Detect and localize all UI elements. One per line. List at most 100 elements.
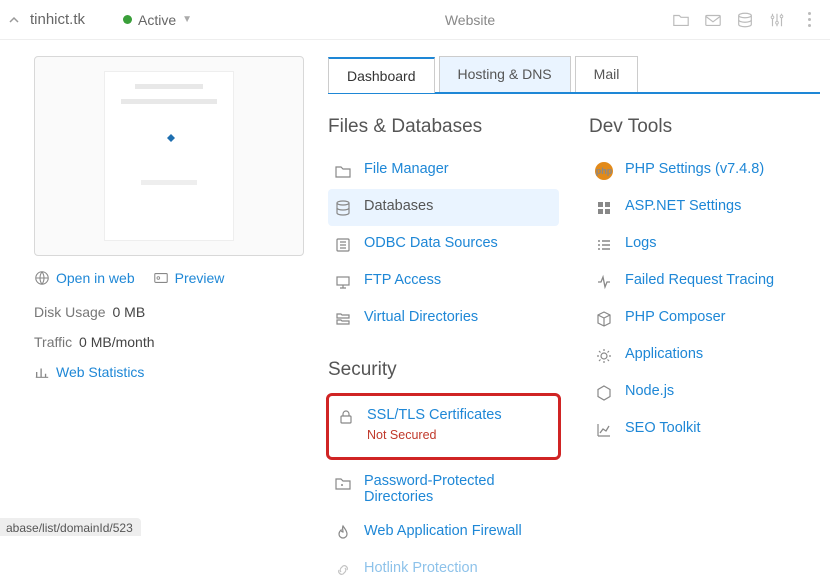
right-column: Dashboard Hosting & DNS Mail Files & Dat… [328,56,820,588]
item-nodejs[interactable]: Node.js [589,374,820,411]
ssl-status: Not Secured [367,428,502,442]
item-applications[interactable]: Applications [589,337,820,374]
chevron-up-icon[interactable] [8,14,22,26]
gear-icon [595,347,613,365]
item-logs[interactable]: Logs [589,226,820,263]
hotlink-label: Hotlink Protection [364,560,478,576]
odbc-label: ODBC Data Sources [364,235,498,251]
item-odbc[interactable]: ODBC Data Sources [328,226,559,263]
globe-icon [34,270,50,286]
php-label: PHP Settings (v7.4.8) [625,161,764,177]
status-label: Active [138,12,176,28]
item-ssl[interactable]: SSL/TLS Certificates Not Secured [331,398,556,451]
ssl-label: SSL/TLS Certificates [367,407,502,423]
applications-label: Applications [625,346,703,362]
item-virtual-dirs[interactable]: Virtual Directories [328,300,559,337]
tab-dashboard[interactable]: Dashboard [328,57,435,93]
topbar-actions [672,11,822,29]
virtual-dirs-label: Virtual Directories [364,309,478,325]
kebab-menu-icon[interactable] [800,11,818,29]
logs-label: Logs [625,235,656,251]
topbar: tinhict.tk Active ▼ Website [0,0,830,40]
databases-label: Databases [364,198,433,214]
tabs: Dashboard Hosting & DNS Mail [328,56,820,94]
chart-up-icon [595,421,613,439]
list-icon [595,236,613,254]
php-icon: php [595,162,613,180]
open-in-web-label: Open in web [56,270,135,286]
traffic-row: Traffic 0 MB/month [34,334,304,350]
preview-link[interactable]: Preview [153,270,225,286]
folder-open-icon [334,162,352,180]
item-composer[interactable]: PHP Composer [589,300,820,337]
disk-usage-label: Disk Usage [34,304,106,320]
virtual-dir-icon [334,310,352,328]
status-select[interactable]: Active ▼ [123,12,192,28]
trace-icon [595,273,613,291]
ftp-icon [334,273,352,291]
item-ftp[interactable]: FTP Access [328,263,559,300]
col-files-security: Files & Databases File Manager Databases… [328,112,559,588]
thumbnail-preview [104,71,234,241]
grid-icon [595,199,613,217]
flame-icon [334,524,352,542]
left-links: Open in web Preview [34,270,304,286]
key-folder-icon [334,474,352,492]
asp-label: ASP.NET Settings [625,198,741,214]
mail-icon[interactable] [704,11,722,29]
disk-usage-value: 0 MB [112,304,145,320]
open-in-web-link[interactable]: Open in web [34,270,135,286]
item-pass-protected[interactable]: Password-Protected Directories [328,464,559,514]
disk-usage-row: Disk Usage 0 MB [34,304,304,320]
topbar-left: tinhict.tk Active ▼ [8,11,268,28]
database-icon[interactable] [736,11,754,29]
file-manager-label: File Manager [364,161,449,177]
section-security: Security [328,359,559,381]
composer-icon [595,310,613,328]
stats-block: Disk Usage 0 MB Traffic 0 MB/month Web S… [34,304,304,380]
waf-label: Web Application Firewall [364,523,522,539]
traffic-label: Traffic [34,334,72,350]
web-stats-label: Web Statistics [56,364,144,380]
item-databases[interactable]: Databases [328,189,559,226]
preview-icon [153,270,169,286]
odbc-icon [334,236,352,254]
item-file-manager[interactable]: File Manager [328,152,559,189]
item-waf[interactable]: Web Application Firewall [328,514,559,551]
domain-name[interactable]: tinhict.tk [30,11,85,28]
item-failed-trace[interactable]: Failed Request Tracing [589,263,820,300]
lock-icon [337,408,355,426]
seo-label: SEO Toolkit [625,420,701,436]
web-statistics-link[interactable]: Web Statistics [34,364,304,380]
ssl-highlight-box: SSL/TLS Certificates Not Secured [326,393,561,460]
item-asp[interactable]: ASP.NET Settings [589,189,820,226]
status-dot-icon [123,15,132,24]
section-dev-tools: Dev Tools [589,116,820,138]
nodejs-label: Node.js [625,383,674,399]
topbar-center-label: Website [268,12,672,28]
left-column: Open in web Preview Disk Usage 0 MB Traf… [34,56,304,588]
item-php[interactable]: php PHP Settings (v7.4.8) [589,152,820,189]
sliders-icon[interactable] [768,11,786,29]
folder-icon[interactable] [672,11,690,29]
failed-trace-label: Failed Request Tracing [625,272,774,288]
col-dev-tools: Dev Tools php PHP Settings (v7.4.8) ASP.… [589,112,820,588]
item-seo[interactable]: SEO Toolkit [589,411,820,448]
site-thumbnail[interactable] [34,56,304,256]
ftp-label: FTP Access [364,272,441,288]
dashboard-panes: Files & Databases File Manager Databases… [328,112,820,588]
pass-prot-label: Password-Protected Directories [364,473,553,505]
section-files-db: Files & Databases [328,116,559,138]
traffic-value: 0 MB/month [79,334,154,350]
tab-hosting-dns[interactable]: Hosting & DNS [439,56,571,92]
link-icon [334,561,352,579]
item-hotlink[interactable]: Hotlink Protection [328,551,559,588]
nodejs-icon [595,384,613,402]
tab-mail[interactable]: Mail [575,56,639,92]
plesk-logo-icon [159,132,179,152]
browser-status-url: abase/list/domainId/523 [0,518,141,536]
bar-chart-icon [34,364,50,380]
composer-label: PHP Composer [625,309,725,325]
caret-down-icon: ▼ [182,14,192,25]
preview-label: Preview [175,270,225,286]
